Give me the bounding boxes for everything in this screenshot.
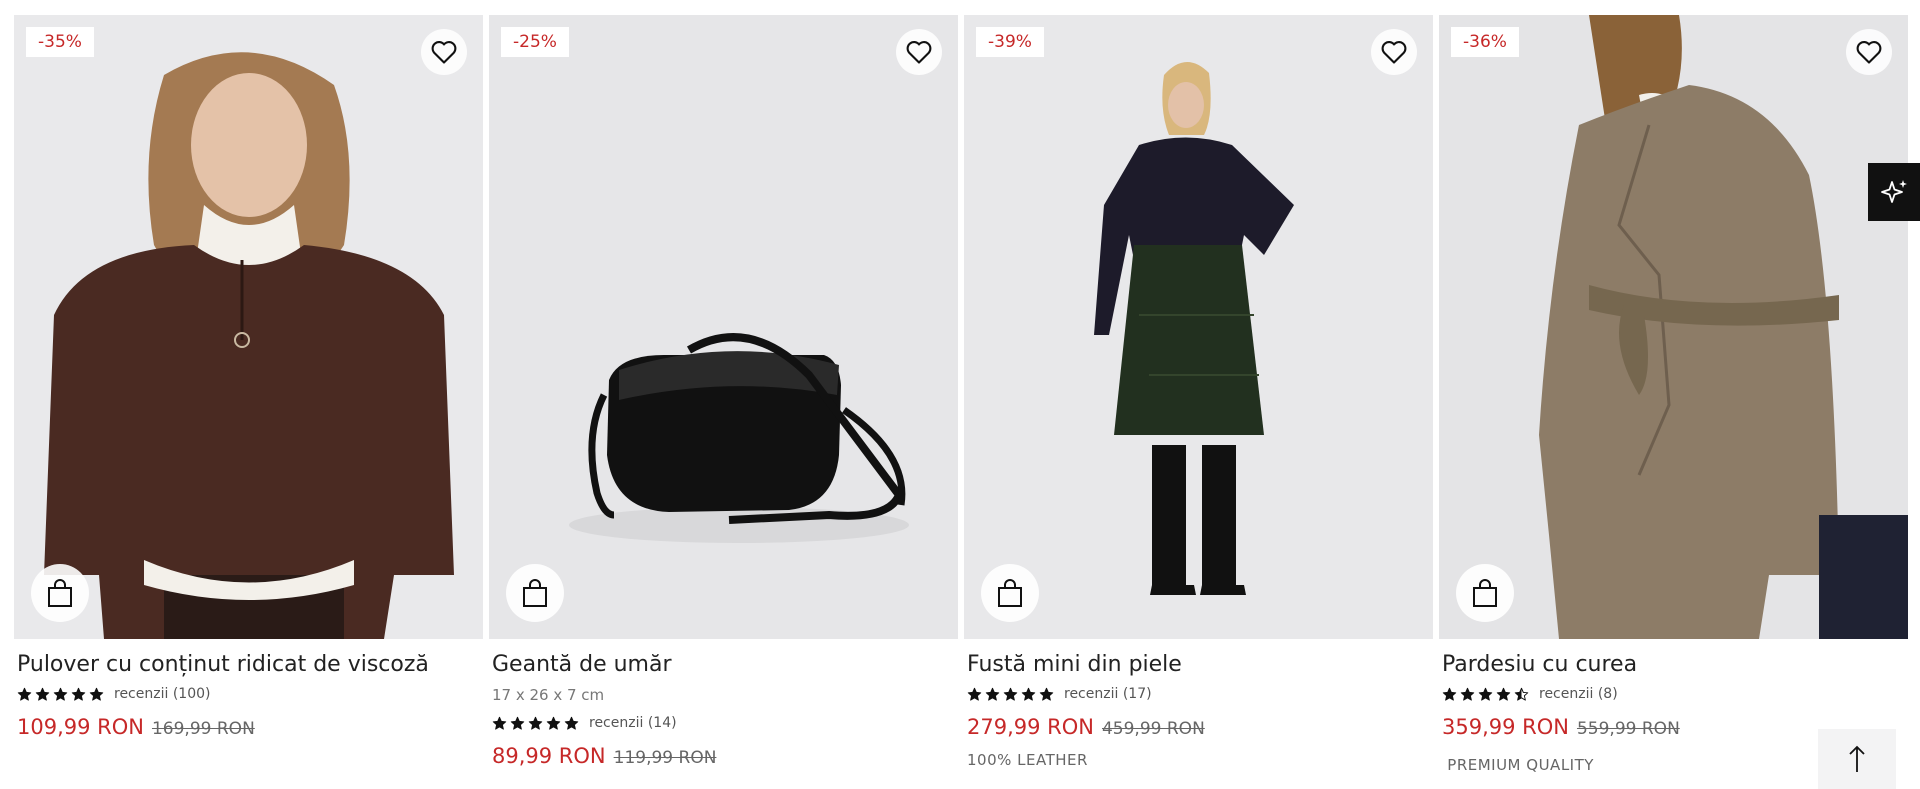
product-rating: recenzii (8) [1442,686,1618,702]
heart-outline-icon [431,41,457,64]
sale-price: 359,99 RON [1442,715,1569,739]
star-full-icon [17,687,32,701]
add-to-cart-button[interactable] [31,564,89,622]
star-full-icon [492,716,507,730]
product-prices: 359,99 RON 559,99 RON [1442,715,1680,739]
favorite-button[interactable] [896,29,942,75]
heart-outline-icon [1856,41,1882,64]
review-count[interactable]: recenzii (17) [1064,686,1152,702]
sale-price: 109,99 RON [17,715,144,739]
product-tag: 100% LEATHER [967,751,1088,769]
sale-price: 89,99 RON [492,744,606,768]
product-dimensions: 17 x 26 x 7 cm [492,686,605,704]
review-count[interactable]: recenzii (8) [1539,686,1618,702]
add-to-cart-button[interactable] [981,564,1039,622]
favorite-button[interactable] [421,29,467,75]
original-price: 559,99 RON [1576,719,1680,739]
star-full-icon [89,687,104,701]
star-full-icon [1460,687,1475,701]
product-prices: 279,99 RON 459,99 RON [967,715,1205,739]
product-card-leather-skirt[interactable]: -39% Fustă mini din piele recenzii (17) … [964,15,1433,789]
original-price: 459,99 RON [1101,719,1205,739]
discount-badge: -25% [501,27,569,57]
product-rating: recenzii (14) [492,715,677,731]
star-full-icon [546,716,561,730]
product-rating: recenzii (17) [967,686,1152,702]
product-card-shoulder-bag[interactable]: -25% Geantă de umăr 17 x 26 x 7 cm recen… [489,15,958,789]
favorite-button[interactable] [1371,29,1417,75]
product-grid: -35% Pulover cu conținut ridicat de visc… [14,15,1908,789]
rating-stars [967,687,1054,702]
product-image[interactable]: -25% [489,15,958,639]
star-full-icon [1039,687,1054,701]
star-half-icon [1514,687,1529,701]
review-count[interactable]: recenzii (100) [114,686,210,702]
heart-outline-icon [906,41,932,64]
discount-badge: -35% [26,27,94,57]
star-full-icon [71,687,86,701]
product-prices: 109,99 RON 169,99 RON [17,715,255,739]
shopping-bag-icon [998,579,1022,607]
original-price: 169,99 RON [151,719,255,739]
product-rating: recenzii (100) [17,686,210,702]
product-tag: PREMIUM QUALITY [1442,756,1594,774]
shopping-bag-icon [48,579,72,607]
discount-badge: -36% [1451,27,1519,57]
product-image[interactable]: -35% [14,15,483,639]
review-count[interactable]: recenzii (14) [589,715,677,731]
original-price: 119,99 RON [613,748,717,768]
star-full-icon [1021,687,1036,701]
star-full-icon [1496,687,1511,701]
add-to-cart-button[interactable] [1456,564,1514,622]
shopping-bag-icon [523,579,547,607]
product-image[interactable]: -39% [964,15,1433,639]
coat-photo [1439,15,1908,639]
rating-stars [17,687,104,702]
discount-badge: -39% [976,27,1044,57]
product-image[interactable]: -36% [1439,15,1908,639]
product-title[interactable]: Pardesiu cu curea [1442,652,1637,677]
rating-stars [492,716,579,731]
favorite-button[interactable] [1846,29,1892,75]
product-card-sweater[interactable]: -35% Pulover cu conținut ridicat de visc… [14,15,483,789]
scroll-to-top-button[interactable] [1818,729,1896,789]
star-full-icon [35,687,50,701]
product-title[interactable]: Geantă de umăr [492,652,672,677]
star-full-icon [967,687,982,701]
star-full-icon [1478,687,1493,701]
sale-price: 279,99 RON [967,715,1094,739]
star-full-icon [528,716,543,730]
star-full-icon [510,716,525,730]
arrow-up-icon [1849,745,1865,772]
add-to-cart-button[interactable] [506,564,564,622]
star-full-icon [1003,687,1018,701]
sparkles-icon [1881,180,1907,203]
product-card-coat[interactable]: -36% Pardesiu cu curea recenzii (8) 359,… [1439,15,1908,789]
skirt-photo [964,15,1433,639]
sweater-photo [14,15,483,639]
star-full-icon [564,716,579,730]
product-title[interactable]: Fustă mini din piele [967,652,1182,677]
star-full-icon [985,687,1000,701]
heart-outline-icon [1381,41,1407,64]
ai-assistant-button[interactable] [1868,163,1920,221]
star-full-icon [53,687,68,701]
product-title[interactable]: Pulover cu conținut ridicat de viscoză [17,652,429,677]
bag-photo [489,15,958,639]
rating-stars [1442,687,1529,702]
product-prices: 89,99 RON 119,99 RON [492,744,716,768]
shopping-bag-icon [1473,579,1497,607]
star-full-icon [1442,687,1457,701]
